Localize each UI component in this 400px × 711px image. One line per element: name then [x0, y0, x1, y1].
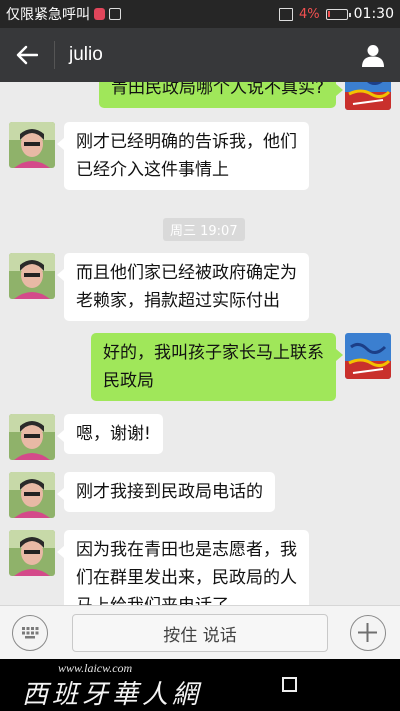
contact-profile-button[interactable] [346, 28, 400, 82]
image-notification-icon [109, 8, 121, 20]
back-button[interactable] [0, 28, 54, 82]
message-bubble-outgoing[interactable]: 青田民政局哪个人说不真实? [98, 82, 344, 108]
message-bubble-outgoing[interactable]: 好的，我叫孩子家长马上联系 民政局 [91, 333, 343, 401]
message-text-line: 好的，我叫孩子家长马上联系 [103, 343, 324, 363]
message-bubble-incoming[interactable]: 嗯，谢谢! [57, 414, 163, 454]
battery-icon [325, 8, 351, 20]
message-text-line: 老赖家，捐款超过实际付出 [76, 291, 280, 311]
status-right: 4% 01:30 [279, 6, 394, 22]
avatar-julio[interactable] [9, 122, 55, 168]
timestamp-divider: 周三 19:07 [163, 218, 245, 241]
message-bubble-incoming[interactable]: 而且他们家已经被政府确定为 老赖家，捐款超过实际付出 [57, 253, 309, 321]
avatar-julio[interactable] [9, 253, 55, 299]
recording-icon [94, 8, 105, 20]
input-bar: 按住 说话 [0, 605, 400, 659]
chat-header: julio [0, 28, 400, 82]
message-bubble-incoming[interactable]: 刚才我接到民政局电话的 [57, 472, 275, 512]
clock: 01:30 [353, 6, 394, 22]
message-text-line: 因为我在青田也是志愿者，我 [76, 540, 297, 560]
chat-title: julio [69, 44, 103, 65]
home-button[interactable] [282, 677, 297, 692]
message-text-line: 民政局 [103, 371, 154, 391]
status-bar: 仅限紧急呼叫 4% 01:30 [0, 0, 400, 28]
message-text-line: 刚才我接到民政局电话的 [76, 482, 263, 502]
keyboard-toggle-button[interactable] [12, 615, 48, 651]
carrier-info: 仅限紧急呼叫 [6, 4, 121, 24]
system-nav-bar: www.laicw.com 西班牙華人網 [0, 659, 400, 711]
keyboard-icon [22, 627, 39, 639]
avatar-me[interactable] [345, 82, 391, 110]
hold-to-talk-button[interactable]: 按住 说话 [72, 614, 328, 652]
avatar-julio[interactable] [9, 472, 55, 518]
more-options-button[interactable] [350, 615, 386, 651]
message-text-line: 嗯，谢谢! [76, 424, 151, 444]
arrow-left-icon [16, 45, 38, 65]
message-text-line: 马上给我们来电话了 [76, 592, 297, 605]
avatar-julio[interactable] [9, 414, 55, 460]
message-text-line: 们在群里发出来，民政局的人 [76, 568, 297, 588]
carrier-text: 仅限紧急呼叫 [6, 7, 90, 23]
message-text-line: 刚才已经明确的告诉我，他们 [76, 132, 297, 152]
message-text-line: 而且他们家已经被政府确定为 [76, 263, 297, 283]
message-bubble-incoming[interactable]: 刚才已经明确的告诉我，他们 已经介入这件事情上 [57, 122, 309, 190]
watermark-logo: 西班牙華人網 [22, 680, 203, 710]
message-text: 青田民政局哪个人说不真实? [110, 82, 324, 98]
header-divider [54, 41, 55, 69]
person-icon [362, 45, 384, 67]
battery-percent: 4% [299, 6, 320, 22]
sim-card-icon [279, 7, 294, 21]
message-list[interactable]: 青田民政局哪个人说不真实? 刚才已经明确的告诉我，他们 已经介入这件事情上 周三… [0, 82, 400, 605]
avatar-julio[interactable] [9, 530, 55, 576]
message-text-line: 已经介入这件事情上 [76, 160, 229, 180]
message-bubble-incoming[interactable]: 因为我在青田也是志愿者，我 们在群里发出来，民政局的人 马上给我们来电话了 [57, 530, 309, 605]
plus-icon [358, 623, 377, 642]
avatar-me[interactable] [345, 333, 391, 379]
